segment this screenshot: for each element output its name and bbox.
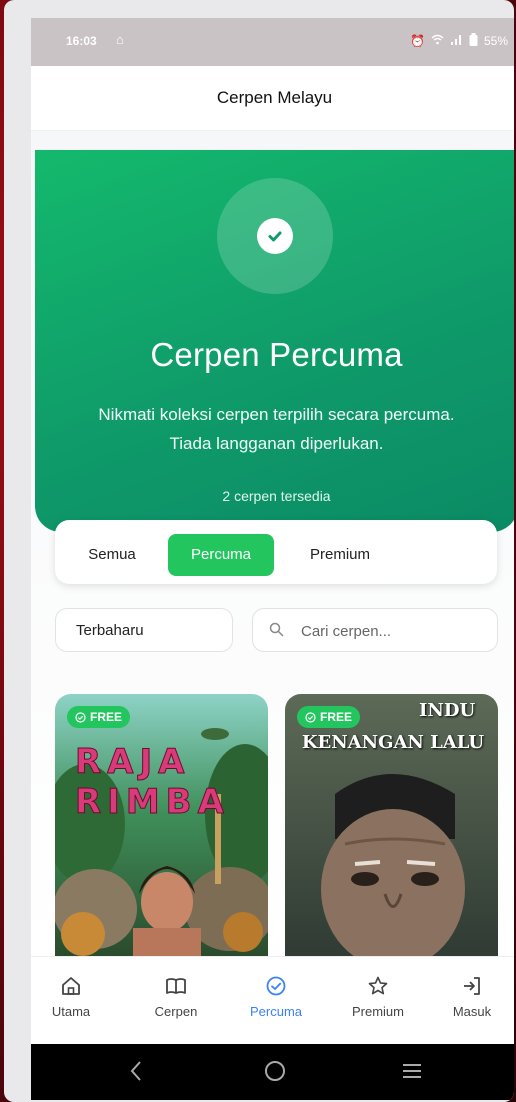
- check-circle-icon: [75, 711, 86, 723]
- home-outline-status-icon: ⌂: [116, 32, 124, 47]
- check-circle-icon: [257, 218, 293, 254]
- check-circle-icon: [266, 976, 286, 996]
- search-input[interactable]: [299, 619, 483, 643]
- sort-select[interactable]: Terbaharu: [55, 608, 233, 652]
- free-badge: FREE: [67, 706, 131, 728]
- story-count: 2 cerpen tersedia: [222, 488, 331, 504]
- check-circle-icon: [305, 711, 316, 723]
- alarm-icon: ⏰: [410, 34, 425, 48]
- battery-icon: [469, 33, 478, 49]
- book-icon: [166, 978, 186, 994]
- signal-icon: [450, 34, 463, 48]
- nav-item-utama[interactable]: Utama: [31, 975, 116, 1019]
- hero-banner: Cerpen Percuma Nikmati koleksi cerpen te…: [35, 150, 514, 532]
- nav-label: Utama: [51, 1004, 91, 1019]
- search-icon: [269, 622, 284, 642]
- cover-title: RAJA RIMBA: [75, 742, 255, 823]
- login-icon: [464, 977, 480, 995]
- cover-title-line-1: RAJA: [75, 742, 191, 783]
- nav-item-percuma[interactable]: Percuma: [231, 975, 321, 1019]
- nav-label: Premium: [351, 1004, 404, 1019]
- cover-title: KENANGAN LALU: [301, 732, 485, 753]
- phone-screen: 16:03 ⌂ ⏰ 55% Cerpen Melayu Cerpen Percu…: [31, 18, 514, 1100]
- free-badge-label: FREE: [90, 710, 123, 724]
- app-title: Cerpen Melayu: [216, 88, 333, 107]
- app-title-bar: Cerpen Melayu: [31, 66, 514, 131]
- story-card-raja-rimba[interactable]: RAJA RIMBA FREE: [55, 694, 268, 958]
- status-bar: 16:03 ⌂ ⏰ 55%: [31, 18, 514, 66]
- hero-title: Cerpen Percuma: [150, 336, 403, 373]
- status-time: 16:03: [66, 34, 97, 48]
- back-icon[interactable]: [129, 1058, 143, 1089]
- search-box[interactable]: [252, 608, 498, 652]
- nav-label: Cerpen: [154, 1004, 198, 1019]
- nav-item-masuk[interactable]: Masuk: [427, 975, 514, 1019]
- star-icon: [368, 976, 388, 995]
- tab-percuma[interactable]: Percuma: [168, 534, 274, 576]
- home-button-icon[interactable]: [263, 1058, 287, 1089]
- free-badge-label: FREE: [320, 710, 353, 724]
- nav-label: Percuma: [249, 1004, 303, 1019]
- home-icon: [62, 977, 80, 995]
- tab-premium[interactable]: Premium: [295, 534, 385, 576]
- free-badge: FREE: [297, 706, 361, 728]
- nav-label: Masuk: [452, 1004, 492, 1019]
- story-cover-image: [55, 694, 268, 958]
- nav-item-cerpen[interactable]: Cerpen: [131, 975, 221, 1019]
- wifi-icon: [431, 34, 444, 48]
- phone-frame: 16:03 ⌂ ⏰ 55% Cerpen Melayu Cerpen Percu…: [4, 0, 514, 1102]
- bottom-navigation: Utama Cerpen Percuma Premium Masuk: [31, 956, 514, 1045]
- tab-semua[interactable]: Semua: [77, 534, 147, 576]
- story-card-kenangan-lalu[interactable]: INDU KENANGAN LALU FREE: [285, 694, 498, 958]
- filter-tabs: Semua Percuma Premium: [55, 520, 497, 584]
- menu-icon[interactable]: [401, 1058, 423, 1089]
- cover-title-line-2: RIMBA: [75, 782, 230, 823]
- hero-description: Nikmati koleksi cerpen terpilih secara p…: [98, 405, 455, 453]
- battery-level: 55%: [483, 34, 508, 48]
- cover-title-top: INDU: [419, 700, 476, 721]
- system-navigation-bar: [31, 1044, 514, 1100]
- nav-item-premium[interactable]: Premium: [333, 975, 423, 1019]
- status-indicators: ⏰ 55%: [410, 33, 508, 49]
